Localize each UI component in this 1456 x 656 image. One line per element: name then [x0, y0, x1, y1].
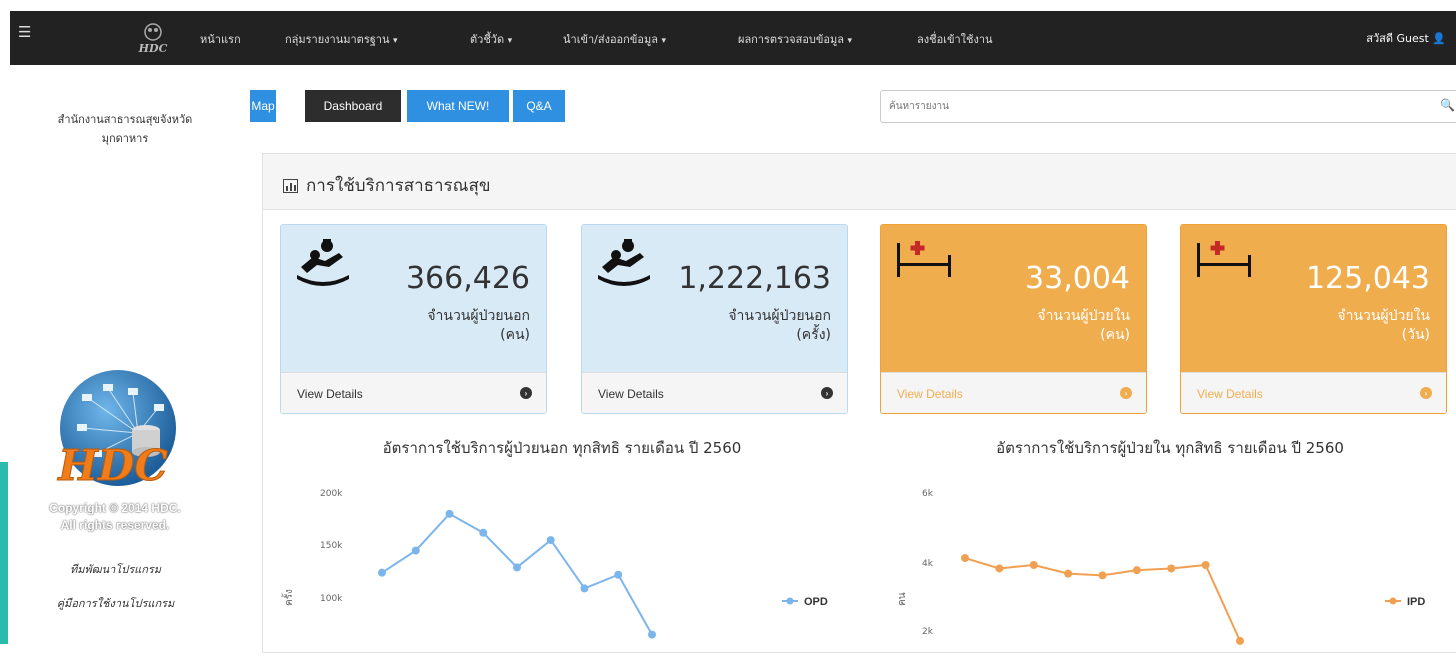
- legend-label: IPD: [1407, 596, 1425, 608]
- logo-text: HDC: [57, 441, 168, 490]
- bar-chart-icon: [283, 178, 298, 193]
- data-point[interactable]: [1132, 566, 1141, 575]
- nav-indicators[interactable]: ตัวชี้วัด ▾: [470, 30, 512, 48]
- data-point[interactable]: [513, 563, 521, 572]
- view-details-link[interactable]: View Details ›: [1181, 372, 1446, 413]
- y-tick-label: 4k: [922, 559, 934, 569]
- arrow-circle-right-icon: ›: [1420, 387, 1432, 399]
- data-point[interactable]: [445, 509, 454, 518]
- search-input[interactable]: [881, 91, 1421, 122]
- patient-icon: [295, 239, 351, 291]
- panel-title: การใช้บริการสาธารณสุข: [283, 172, 490, 199]
- dev-team-link[interactable]: ทีมพัฒนาโปรแกรม: [18, 560, 213, 578]
- stat-card: 1,222,163 จำนวนผู้ป่วยนอก (ครั้ง) View De…: [581, 224, 848, 414]
- stat-value: 1,222,163: [678, 261, 831, 296]
- data-point[interactable]: [580, 584, 589, 593]
- data-point[interactable]: [961, 554, 969, 563]
- data-point[interactable]: [479, 528, 488, 537]
- y-tick-label: 150k: [320, 541, 343, 551]
- panel-heading: การใช้บริการสาธารณสุข: [263, 154, 1456, 210]
- copyright-text: Copyright © 2014 HDC. All rights reserve…: [49, 501, 181, 532]
- opd-chart: อัตราการใช้บริการผู้ป่วยนอก ทุกสิทธิ ราย…: [262, 436, 862, 656]
- hdc-globe-logo: HDC: [57, 370, 176, 491]
- stat-value: 125,043: [1305, 261, 1430, 296]
- y-tick-label: 100k: [320, 594, 343, 604]
- y-tick-label: 200k: [320, 489, 343, 499]
- y-tick-label: 6k: [922, 489, 934, 499]
- organization-name: สำนักงานสาธารณสุขจังหวัด มุกดาหาร: [57, 113, 193, 145]
- data-point[interactable]: [1064, 569, 1073, 578]
- user-manual-link[interactable]: คู่มือการใช้งานโปรแกรม: [18, 594, 213, 612]
- nav-login[interactable]: ลงชื่อเข้าใช้งาน: [917, 30, 993, 48]
- data-point[interactable]: [1167, 564, 1176, 573]
- series-line: [381, 512, 653, 636]
- stat-card: 125,043 จำนวนผู้ป่วยใน (วัน) View Details…: [1180, 224, 1447, 414]
- y-axis-label: คน: [897, 592, 908, 606]
- stat-card-body: 33,004 จำนวนผู้ป่วยใน (คน): [881, 225, 1146, 372]
- ipd-chart: อัตราการใช้บริการผู้ป่วยใน ทุกสิทธิ รายเ…: [870, 436, 1456, 656]
- nav-import-export[interactable]: นำเข้า/ส่งออกข้อมูล ▾: [563, 30, 666, 48]
- stat-label: จำนวนผู้ป่วยนอก (ครั้ง): [728, 308, 831, 343]
- svg-text:HDC: HDC: [138, 42, 168, 55]
- data-point[interactable]: [378, 568, 386, 577]
- data-point[interactable]: [614, 570, 623, 579]
- legend-item[interactable]: OPD: [782, 596, 828, 608]
- arrow-circle-right-icon: ›: [821, 387, 833, 399]
- stat-card: 366,426 จำนวนผู้ป่วยนอก (คน) View Details…: [280, 224, 547, 414]
- stat-card-body: 125,043 จำนวนผู้ป่วยใน (วัน): [1181, 225, 1446, 372]
- patient-icon: [596, 239, 652, 291]
- nav-data-check[interactable]: ผลการตรวจสอบข้อมูล ▾: [738, 30, 852, 48]
- stat-card-body: 366,426 จำนวนผู้ป่วยนอก (คน): [281, 225, 546, 372]
- data-point[interactable]: [1029, 561, 1038, 569]
- hdc-nav-logo[interactable]: HDC: [128, 20, 178, 56]
- hospital-bed-icon: [1195, 239, 1253, 283]
- tab-whats-new[interactable]: What NEW!: [407, 90, 509, 122]
- search-icon[interactable]: 🔍: [1440, 98, 1455, 112]
- stat-card: 33,004 จำนวนผู้ป่วยใน (คน) View Details ›: [880, 224, 1147, 414]
- hospital-bed-icon: [895, 239, 953, 283]
- opd-chart-svg: 200k 150k 100k ครั้ง OPD: [281, 489, 828, 639]
- chevron-down-icon: ▾: [661, 36, 666, 46]
- data-point[interactable]: [546, 536, 555, 545]
- tab-map[interactable]: Map: [250, 90, 276, 122]
- search-box: 🔍: [880, 90, 1456, 123]
- chevron-down-icon: ▾: [507, 36, 513, 46]
- data-point[interactable]: [411, 546, 420, 555]
- series-line: [964, 557, 1241, 642]
- ipd-chart-svg: 6k 4k 2k คน IPD: [897, 489, 1425, 645]
- arrow-circle-right-icon: ›: [1120, 387, 1132, 399]
- stat-card-body: 1,222,163 จำนวนผู้ป่วยนอก (ครั้ง): [582, 225, 847, 372]
- data-point[interactable]: [995, 564, 1004, 573]
- view-details-link[interactable]: View Details ›: [281, 372, 546, 413]
- data-point[interactable]: [1201, 561, 1210, 569]
- legend-label: OPD: [804, 596, 828, 608]
- stat-label: จำนวนผู้ป่วยใน (คน): [1037, 308, 1130, 343]
- stat-label: จำนวนผู้ป่วยนอก (คน): [427, 308, 530, 343]
- user-greeting[interactable]: สวัสดี Guest 👤: [1366, 29, 1446, 47]
- y-tick-label: 2k: [922, 627, 934, 637]
- chevron-down-icon: ▾: [847, 36, 853, 46]
- y-axis-label: ครั้ง: [281, 589, 295, 606]
- stat-label: จำนวนผู้ป่วยใน (วัน): [1337, 308, 1430, 343]
- arrow-circle-right-icon: ›: [520, 387, 532, 399]
- nav-standard-reports[interactable]: กลุ่มรายงานมาตรฐาน ▾: [285, 30, 398, 48]
- tab-qa[interactable]: Q&A: [513, 90, 565, 122]
- data-point[interactable]: [1098, 571, 1107, 580]
- view-details-link[interactable]: View Details ›: [582, 372, 847, 413]
- chevron-down-icon: ▾: [393, 36, 398, 46]
- stat-value: 33,004: [1025, 261, 1130, 296]
- view-details-link[interactable]: View Details ›: [881, 372, 1146, 413]
- legend-item[interactable]: IPD: [1385, 596, 1425, 608]
- user-icon: 👤: [1432, 32, 1446, 45]
- data-point[interactable]: [648, 630, 656, 639]
- menu-toggle-icon[interactable]: ☰: [18, 25, 31, 40]
- tab-dashboard[interactable]: Dashboard: [305, 90, 401, 122]
- nav-home[interactable]: หน้าแรก: [200, 30, 241, 48]
- top-navbar: ☰ HDC หน้าแรก กลุ่มรายงานมาตรฐาน ▾ ตัวชี…: [10, 11, 1456, 65]
- side-accent-strip: [0, 462, 8, 644]
- stat-value: 366,426: [405, 261, 530, 296]
